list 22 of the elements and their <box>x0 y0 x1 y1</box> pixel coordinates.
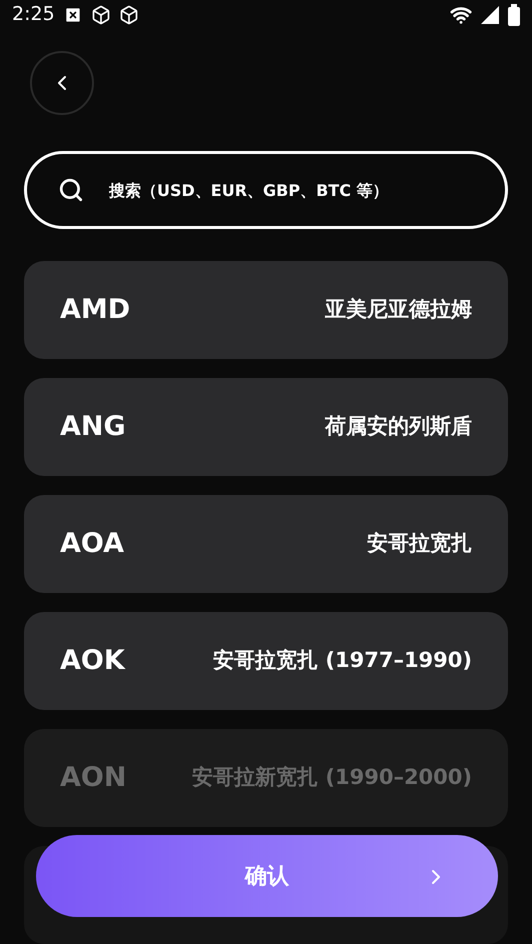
status-time: 2:25 <box>12 2 55 28</box>
currency-name: 荷属安的列斯盾 <box>325 413 472 440</box>
battery-icon <box>508 4 520 26</box>
currency-code: AOK <box>60 644 125 678</box>
currency-name: 安哥拉新宽扎 (1990–2000) <box>192 764 472 792</box>
back-button[interactable] <box>30 51 94 115</box>
search-icon <box>58 177 84 203</box>
currency-item[interactable]: AOK 安哥拉宽扎 (1977–1990) <box>24 612 508 710</box>
signal-icon <box>480 4 500 24</box>
currency-item[interactable]: AOA 安哥拉宽扎 <box>24 495 508 593</box>
currency-code: AON <box>60 760 126 795</box>
currency-name: 安哥拉宽扎 (1977–1990) <box>213 647 472 674</box>
confirm-button[interactable]: 确认 <box>36 835 498 917</box>
cube-icon <box>90 4 111 24</box>
currency-code: AMD <box>60 292 130 327</box>
currency-item[interactable]: AMD 亚美尼亚德拉姆 <box>24 261 508 359</box>
currency-name: 亚美尼亚德拉姆 <box>325 296 472 324</box>
currency-code: AOA <box>60 526 124 561</box>
currency-name: 安哥拉宽扎 <box>367 530 472 558</box>
cube-icon <box>118 4 139 24</box>
currency-item[interactable]: ANG 荷属安的列斯盾 <box>24 378 508 476</box>
currency-code: ANG <box>60 410 126 444</box>
